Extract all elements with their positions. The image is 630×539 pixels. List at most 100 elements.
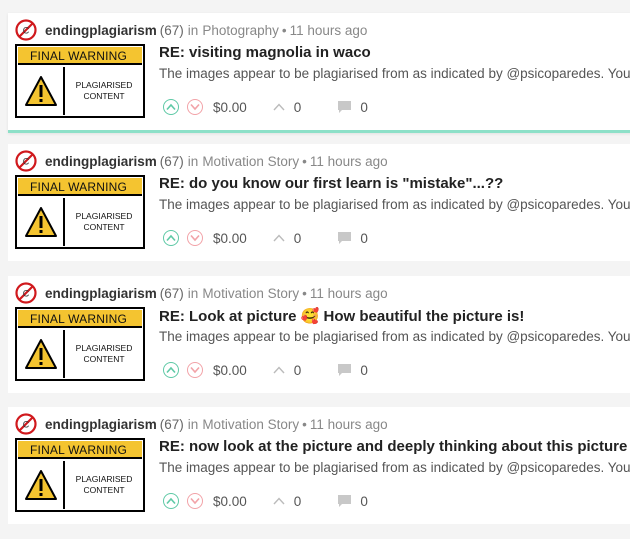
svg-text:C: C [23,420,30,430]
post-excerpt[interactable]: The images appear to be plagiarised from… [159,66,630,81]
post-thumbnail[interactable]: FINAL WARNING PLAGIARISED CONTENT [15,307,145,381]
post-timestamp[interactable]: 11 hours ago [310,286,388,301]
post-title[interactable]: RE: visiting magnolia in waco [159,44,371,61]
post-card[interactable]: C endingplagiarism (67) in Motivation St… [8,407,630,524]
final-warning-banner: FINAL WARNING [18,47,142,65]
post-header: C endingplagiarism (67) in Motivation St… [15,413,388,435]
chevron-up-icon [166,366,176,374]
upvote-button[interactable] [163,493,179,509]
final-warning-banner: FINAL WARNING [18,441,142,459]
reputation-score: (67) [159,153,184,169]
chevron-down-icon [190,497,200,505]
chevron-up-icon [166,497,176,505]
warning-triangle-icon [18,461,65,509]
chevron-down-icon [190,103,200,111]
reputation-score: (67) [159,416,184,432]
post-card[interactable]: C endingplagiarism (67) in Motivation St… [8,144,630,261]
comment-count[interactable]: 0 [337,494,368,509]
post-title[interactable]: RE: Look at picture 🥰 How beautiful the … [159,307,524,325]
downvote-button[interactable] [187,362,203,378]
downvote-button[interactable] [187,230,203,246]
post-header: C endingplagiarism (67) in Photography •… [15,19,367,41]
vote-count[interactable]: 0 [273,363,301,378]
no-plagiarism-avatar-icon[interactable]: C [15,282,37,304]
warning-triangle-icon [18,330,65,378]
author-link[interactable]: endingplagiarism [45,23,157,38]
caret-up-icon [273,497,285,505]
chevron-up-icon [166,103,176,111]
chevron-down-icon [190,234,200,242]
reputation-score: (67) [159,285,184,301]
final-warning-banner: FINAL WARNING [18,178,142,196]
payout-value[interactable]: $0.00 [213,100,247,115]
vote-count[interactable]: 0 [273,231,301,246]
post-actions: $0.00 0 0 [163,97,368,117]
post-card[interactable]: C endingplagiarism (67) in Motivation St… [8,276,630,393]
chevron-down-icon [190,366,200,374]
payout-value[interactable]: $0.00 [213,363,247,378]
author-link[interactable]: endingplagiarism [45,286,157,301]
post-title[interactable]: RE: do you know our first learn is "mist… [159,175,503,192]
comment-count[interactable]: 0 [337,363,368,378]
category-link[interactable]: Motivation Story [202,154,299,169]
plagiarised-content-label: PLAGIARISED CONTENT [75,80,133,101]
final-warning-banner: FINAL WARNING [18,310,142,328]
vote-count[interactable]: 0 [273,100,301,115]
post-thumbnail[interactable]: FINAL WARNING PLAGIARISED CONTENT [15,438,145,512]
in-label: in [187,22,199,38]
svg-text:C: C [23,157,30,167]
post-timestamp[interactable]: 11 hours ago [310,154,388,169]
post-thumbnail[interactable]: FINAL WARNING PLAGIARISED CONTENT [15,175,145,249]
comment-bubble-icon [338,101,352,113]
comment-bubble-icon [338,232,352,244]
separator-dot: • [302,153,307,169]
post-title[interactable]: RE: now look at the picture and deeply t… [159,438,627,455]
category-link[interactable]: Motivation Story [202,286,299,301]
post-feed: C endingplagiarism (67) in Photography •… [0,0,630,539]
caret-up-icon [273,366,285,374]
warning-triangle-icon [18,67,65,115]
comment-bubble-icon [338,364,352,376]
author-link[interactable]: endingplagiarism [45,154,157,169]
downvote-button[interactable] [187,493,203,509]
downvote-button[interactable] [187,99,203,115]
payout-value[interactable]: $0.00 [213,494,247,509]
no-plagiarism-avatar-icon[interactable]: C [15,413,37,435]
payout-value[interactable]: $0.00 [213,231,247,246]
in-label: in [187,153,199,169]
post-excerpt[interactable]: The images appear to be plagiarised from… [159,197,630,212]
post-actions: $0.00 0 0 [163,360,368,380]
in-label: in [187,416,199,432]
category-link[interactable]: Photography [202,23,279,38]
warning-triangle-icon [18,198,65,246]
post-excerpt[interactable]: The images appear to be plagiarised from… [159,460,630,475]
in-label: in [187,285,199,301]
plagiarised-content-label: PLAGIARISED CONTENT [75,343,133,364]
category-link[interactable]: Motivation Story [202,417,299,432]
svg-text:C: C [23,26,30,36]
post-timestamp[interactable]: 11 hours ago [290,23,368,38]
post-actions: $0.00 0 0 [163,491,368,511]
separator-dot: • [281,22,287,38]
comment-count[interactable]: 0 [337,231,368,246]
post-actions: $0.00 0 0 [163,228,368,248]
post-timestamp[interactable]: 11 hours ago [310,417,388,432]
plagiarised-content-label: PLAGIARISED CONTENT [75,211,133,232]
reputation-score: (67) [159,22,184,38]
comment-count[interactable]: 0 [337,100,368,115]
post-thumbnail[interactable]: FINAL WARNING PLAGIARISED CONTENT [15,44,145,118]
caret-up-icon [273,234,285,242]
no-plagiarism-avatar-icon[interactable]: C [15,150,37,172]
separator-dot: • [302,285,307,301]
upvote-button[interactable] [163,99,179,115]
author-link[interactable]: endingplagiarism [45,417,157,432]
post-header: C endingplagiarism (67) in Motivation St… [15,150,388,172]
vote-count[interactable]: 0 [273,494,301,509]
upvote-button[interactable] [163,230,179,246]
post-card[interactable]: C endingplagiarism (67) in Photography •… [8,13,630,133]
no-plagiarism-avatar-icon[interactable]: C [15,19,37,41]
post-excerpt[interactable]: The images appear to be plagiarised from… [159,329,630,344]
upvote-button[interactable] [163,362,179,378]
caret-up-icon [273,103,285,111]
svg-text:C: C [23,289,30,299]
